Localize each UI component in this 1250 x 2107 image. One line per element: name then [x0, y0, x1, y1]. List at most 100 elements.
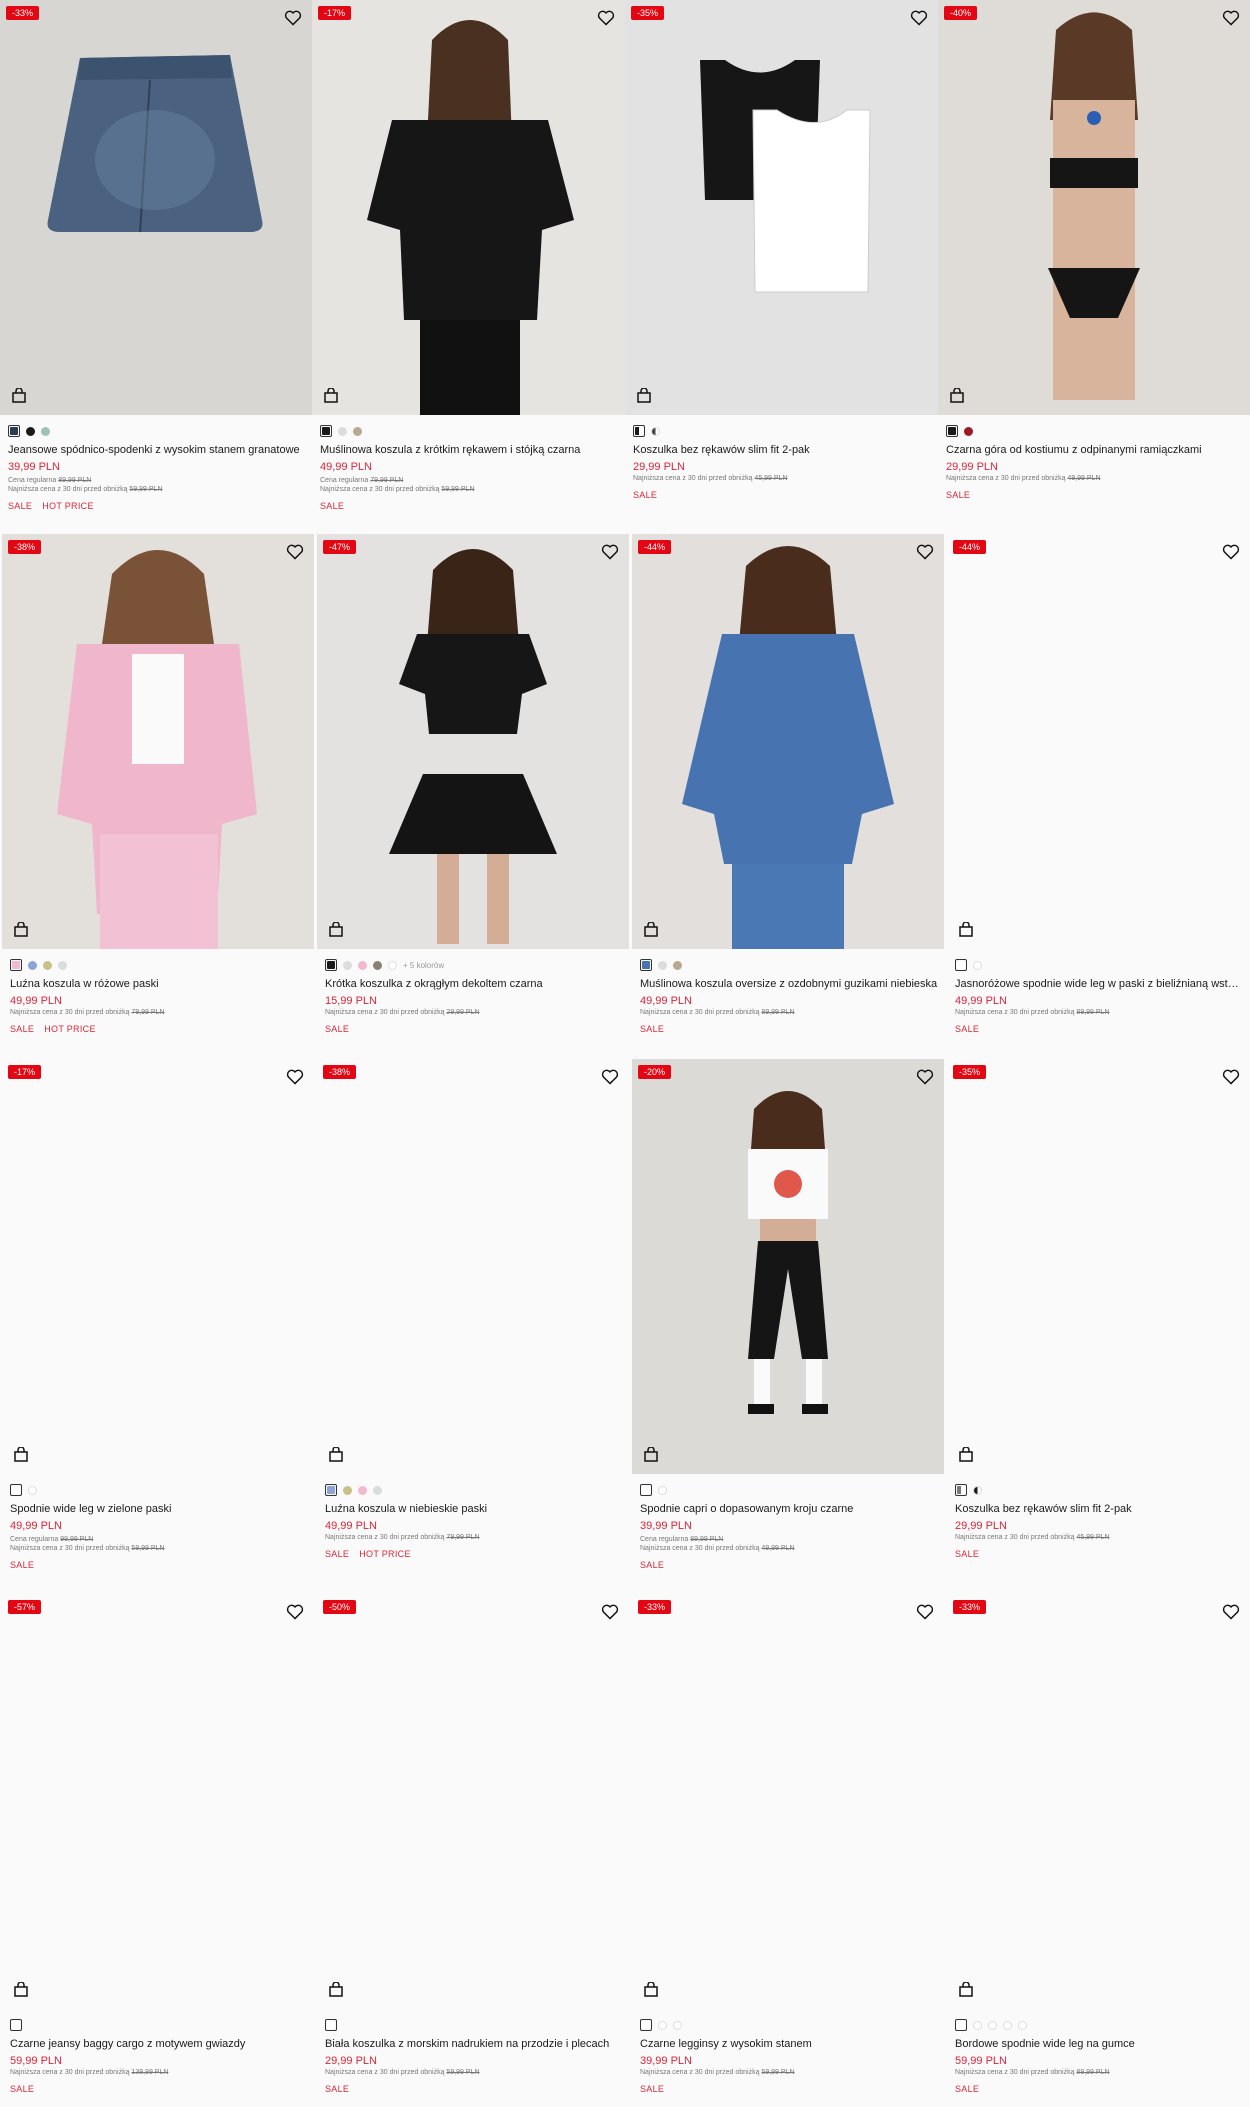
heart-icon[interactable] [910, 10, 928, 26]
color-swatch[interactable] [973, 960, 982, 970]
color-swatch[interactable] [26, 426, 35, 436]
product-image[interactable] [632, 534, 944, 949]
product-name[interactable]: Spodnie wide leg w zielone paski [10, 1503, 308, 1515]
product-image[interactable] [312, 0, 625, 415]
heart-icon[interactable] [916, 544, 934, 560]
color-swatch[interactable] [640, 1484, 652, 1496]
product-image-placeholder[interactable] [317, 1594, 629, 2009]
color-swatch[interactable] [325, 959, 337, 971]
color-swatch[interactable] [1003, 2020, 1012, 2030]
color-swatch[interactable] [358, 960, 367, 970]
shopping-bag-icon[interactable] [329, 922, 343, 937]
shopping-bag-icon[interactable] [329, 1447, 343, 1462]
color-swatch[interactable] [964, 426, 973, 436]
color-swatch[interactable] [28, 1485, 37, 1495]
heart-icon[interactable] [1222, 1069, 1240, 1085]
shopping-bag-icon[interactable] [14, 922, 28, 937]
product-name[interactable]: Koszulka bez rękawów slim fit 2-pak [955, 1503, 1244, 1515]
heart-icon[interactable] [601, 1069, 619, 1085]
product-name[interactable]: Czarne legginsy z wysokim stanem [640, 2038, 938, 2050]
heart-icon[interactable] [1222, 1604, 1240, 1620]
color-swatch[interactable] [10, 2019, 22, 2031]
shopping-bag-icon[interactable] [950, 388, 964, 403]
product-name[interactable]: Muślinowa koszula z krótkim rękawem i st… [320, 444, 619, 456]
color-swatch[interactable] [973, 2020, 982, 2030]
product-image[interactable] [0, 0, 312, 415]
color-swatch[interactable] [58, 960, 67, 970]
shopping-bag-icon[interactable] [12, 388, 26, 403]
shopping-bag-icon[interactable] [324, 388, 338, 403]
heart-icon[interactable] [286, 1604, 304, 1620]
product-image[interactable] [2, 534, 314, 949]
color-swatch[interactable] [343, 1485, 352, 1495]
color-swatch[interactable] [43, 960, 52, 970]
shopping-bag-icon[interactable] [14, 1447, 28, 1462]
product-name[interactable]: Jeansowe spódnico-spodenki z wysokim sta… [8, 444, 306, 456]
product-name[interactable]: Czarna góra od kostiumu z odpinanymi ram… [946, 444, 1244, 456]
color-swatch[interactable] [658, 960, 667, 970]
color-swatch[interactable] [658, 1485, 667, 1495]
color-swatch[interactable] [41, 426, 50, 436]
color-swatch[interactable] [673, 960, 682, 970]
heart-icon[interactable] [916, 1069, 934, 1085]
product-image-placeholder[interactable] [632, 1594, 944, 2009]
heart-icon[interactable] [1222, 10, 1240, 26]
shopping-bag-icon[interactable] [14, 1982, 28, 1997]
heart-icon[interactable] [601, 544, 619, 560]
product-image-placeholder[interactable] [317, 1059, 629, 1474]
color-swatch[interactable] [640, 959, 652, 971]
color-swatch[interactable] [651, 426, 660, 436]
color-swatch[interactable] [955, 2019, 967, 2031]
heart-icon[interactable] [597, 10, 615, 26]
product-image-placeholder[interactable] [947, 1059, 1250, 1474]
shopping-bag-icon[interactable] [959, 1982, 973, 1997]
product-name[interactable]: Biała koszulka z morskim nadrukiem na pr… [325, 2038, 623, 2050]
color-swatch[interactable] [10, 959, 22, 971]
product-name[interactable]: Muślinowa koszula oversize z ozdobnymi g… [640, 978, 938, 990]
color-swatch[interactable] [325, 2019, 337, 2031]
product-image[interactable] [632, 1059, 944, 1474]
product-name[interactable]: Jasnoróżowe spodnie wide leg w paski z b… [955, 978, 1244, 990]
color-swatch[interactable] [388, 960, 397, 970]
shopping-bag-icon[interactable] [637, 388, 651, 403]
color-swatch[interactable] [8, 425, 20, 437]
color-swatch[interactable] [955, 1484, 967, 1496]
color-swatch[interactable] [338, 426, 347, 436]
color-swatch[interactable] [28, 960, 37, 970]
color-swatch[interactable] [343, 960, 352, 970]
product-image[interactable] [625, 0, 938, 415]
product-image-placeholder[interactable] [947, 1594, 1250, 2009]
shopping-bag-icon[interactable] [644, 1982, 658, 1997]
shopping-bag-icon[interactable] [959, 1447, 973, 1462]
more-colors-link[interactable]: + 5 kolorów [403, 961, 444, 970]
color-swatch[interactable] [658, 2020, 667, 2030]
color-swatch[interactable] [633, 425, 645, 437]
product-image-placeholder[interactable] [2, 1594, 314, 2009]
color-swatch[interactable] [673, 2020, 682, 2030]
color-swatch[interactable] [353, 426, 362, 436]
color-swatch[interactable] [640, 2019, 652, 2031]
shopping-bag-icon[interactable] [644, 922, 658, 937]
product-name[interactable]: Czarne jeansy baggy cargo z motywem gwia… [10, 2038, 308, 2050]
shopping-bag-icon[interactable] [959, 922, 973, 937]
product-image-placeholder[interactable] [2, 1059, 314, 1474]
heart-icon[interactable] [286, 544, 304, 560]
color-swatch[interactable] [325, 1484, 337, 1496]
product-name[interactable]: Krótka koszulka z okrągłym dekoltem czar… [325, 978, 623, 990]
color-swatch[interactable] [988, 2020, 997, 2030]
color-swatch[interactable] [946, 425, 958, 437]
heart-icon[interactable] [284, 10, 302, 26]
color-swatch[interactable] [373, 1485, 382, 1495]
product-name[interactable]: Luźna koszula w niebieskie paski [325, 1503, 623, 1515]
color-swatch[interactable] [373, 960, 382, 970]
product-image[interactable] [317, 534, 629, 949]
product-name[interactable]: Bordowe spodnie wide leg na gumce [955, 2038, 1244, 2050]
color-swatch[interactable] [358, 1485, 367, 1495]
product-image[interactable] [938, 0, 1250, 415]
product-name[interactable]: Koszulka bez rękawów slim fit 2-pak [633, 444, 932, 456]
product-name[interactable]: Luźna koszula w różowe paski [10, 978, 308, 990]
color-swatch[interactable] [955, 959, 967, 971]
heart-icon[interactable] [286, 1069, 304, 1085]
product-image-placeholder[interactable] [947, 534, 1250, 949]
heart-icon[interactable] [601, 1604, 619, 1620]
